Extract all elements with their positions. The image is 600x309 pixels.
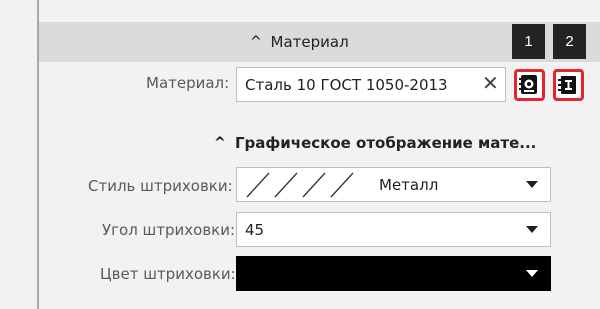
close-icon[interactable]: ✕: [482, 73, 499, 93]
hatch-color-label: Цвет штриховки:: [100, 265, 236, 283]
hatch-angle-value: 45: [245, 221, 265, 239]
properties-panel: ^ Материал 1 2 Материал: Сталь 10 ГОСТ 1…: [0, 0, 600, 309]
hatch-style-label: Стиль штриховки:: [88, 177, 233, 195]
material-select-icon: [558, 76, 576, 94]
material-section-label: Материал: [270, 33, 349, 51]
chevron-up-icon: ^: [250, 34, 262, 50]
material-library-button[interactable]: [514, 69, 545, 101]
hatch-style-value: Металл: [379, 176, 439, 194]
hatch-section-title: Графическое отображение мате...: [234, 134, 537, 152]
callout-badge-1: 1: [512, 24, 545, 59]
chevron-down-icon: [526, 270, 538, 277]
material-label: Материал:: [146, 74, 230, 92]
hatch-color-dropdown[interactable]: [236, 256, 551, 291]
chevron-down-icon: [526, 181, 538, 188]
material-value: Сталь 10 ГОСТ 1050-2013: [245, 76, 448, 94]
hatch-preview: [246, 172, 354, 198]
hatch-style-dropdown[interactable]: Металл: [236, 167, 551, 202]
chevron-down-icon: [526, 226, 538, 233]
hatch-section-header[interactable]: ^ Графическое отображение мате...: [214, 134, 536, 152]
material-input[interactable]: Сталь 10 ГОСТ 1050-2013 ✕: [236, 67, 506, 102]
material-select-button[interactable]: [553, 69, 584, 101]
hatch-angle-dropdown[interactable]: 45: [236, 212, 551, 247]
material-section-title[interactable]: ^ Материал: [250, 33, 349, 51]
material-library-icon: [519, 75, 537, 94]
callout-badge-2: 2: [553, 24, 586, 59]
chevron-up-icon: ^: [214, 135, 226, 151]
material-section-header[interactable]: ^ Материал 1 2: [39, 22, 600, 62]
hatch-angle-label: Угол штриховки:: [102, 221, 236, 239]
